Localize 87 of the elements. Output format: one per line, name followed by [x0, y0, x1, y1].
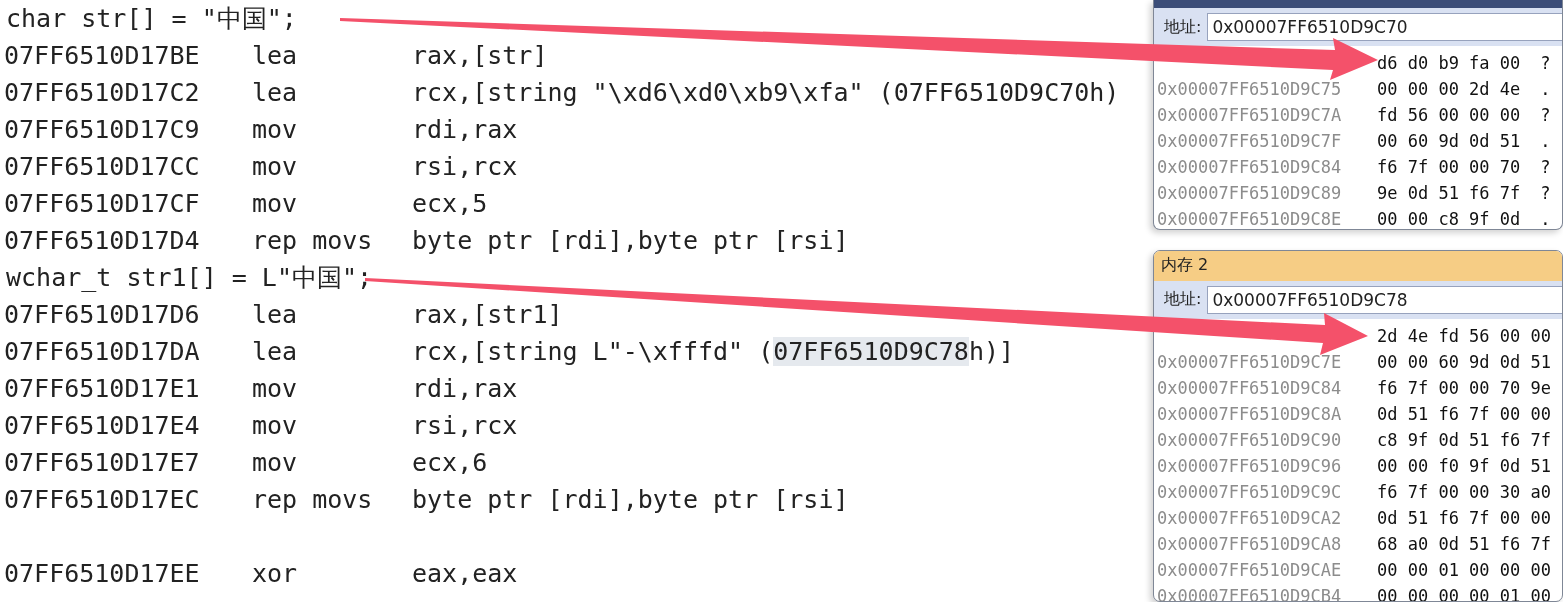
instruction-mnemonic: mov [252, 411, 299, 440]
hex-bytes: fd 56 00 00 00 [1377, 105, 1521, 125]
hex-bytes: 00 00 c8 9f 0d [1377, 209, 1521, 229]
instruction-address: 07FF6510D17E7 [4, 448, 201, 477]
hex-bytes: 0d 51 f6 7f 00 00 [1377, 403, 1551, 424]
row-address: 0x00007FF6510D9C8A [1157, 403, 1343, 424]
instruction-address: 07FF6510D17BE [4, 41, 201, 70]
hex-bytes: 00 00 01 00 00 00 [1377, 559, 1551, 580]
instruction-operand: rdi,rax [412, 374, 518, 403]
row-address: 0x00007FF6510D9C75 [1157, 79, 1343, 99]
instruction-mnemonic: rep movs [252, 226, 374, 255]
ascii-text: . [1540, 131, 1551, 151]
row-address: 0x00007FF6510D9C89 [1157, 183, 1343, 203]
instruction-address: 07FF6510D17E1 [4, 374, 201, 403]
hex-bytes: 0d 51 f6 7f 00 00 [1377, 507, 1551, 528]
row-address: 0x00007FF6510D9C90 [1157, 429, 1343, 450]
instruction-address: 07FF6510D17D6 [4, 300, 201, 329]
instruction-mnemonic: lea [252, 78, 299, 107]
row-address: 0x00007FF6510D9CB4 [1157, 585, 1343, 601]
source-line: wchar_t str1[] = L"中国"; [5, 262, 373, 294]
row-address: 0x00007FF6510D9C84 [1157, 157, 1343, 177]
hex-bytes: 00 60 9d 0d 51 [1377, 131, 1521, 151]
source-line: char str[] = "中国"; [5, 3, 297, 35]
instruction-address: 07FF6510D17CF [4, 189, 201, 218]
hex-bytes: 00 00 60 9d 0d 51 [1377, 351, 1551, 372]
hex-bytes: 68 a0 0d 51 f6 7f [1377, 533, 1551, 554]
ascii-text: ? [1540, 105, 1551, 125]
instruction-address: 07FF6510D17DA [4, 337, 201, 366]
instruction-operand: rsi,rcx [412, 411, 518, 440]
instruction-operand: ecx,6 [412, 448, 488, 477]
row-address: 0x00007FF6510D9CA2 [1157, 507, 1343, 528]
address-field[interactable]: 0x00007FF6510D9C70 [1207, 13, 1562, 41]
instruction-mnemonic: lea [252, 337, 299, 366]
instruction-mnemonic: lea [252, 41, 299, 70]
instruction-operand: rcx,[string L"-\xfffd" (07FF6510D9C78h)] [412, 337, 1015, 366]
window-title: 内存 2 [1161, 255, 1209, 277]
hex-bytes: 9e 0d 51 f6 7f [1377, 183, 1521, 203]
instruction-mnemonic: mov [252, 115, 299, 144]
instruction-operand: rax,[str] [412, 41, 548, 70]
instruction-operand: rsi,rcx [412, 152, 518, 181]
instruction-mnemonic: xor [252, 559, 299, 588]
hex-bytes: f6 7f 00 00 70 9e [1377, 377, 1551, 398]
instruction-operand: rcx,[string "\xd6\xd0\xb9\xfa" (07FF6510D9C70h) [412, 78, 1120, 107]
instruction-address: 07FF6510D17C9 [4, 115, 201, 144]
instruction-operand: rax,[str1] [412, 300, 563, 329]
instruction-address: 07FF6510D17EC [4, 485, 201, 514]
instruction-address: 07FF6510D17D4 [4, 226, 201, 255]
hex-bytes: d6 d0 b9 fa 00 [1377, 53, 1521, 73]
instruction-mnemonic: mov [252, 152, 299, 181]
row-address: 0x00007FF6510D9C7F [1157, 131, 1343, 151]
ascii-text: . [1540, 209, 1551, 229]
instruction-address: 07FF6510D17EE [4, 559, 201, 588]
row-address: 0x00007FF6510D9C8E [1157, 209, 1343, 229]
ascii-text: . [1540, 79, 1551, 99]
hex-bytes: 00 00 f0 9f 0d 51 [1377, 455, 1551, 476]
address-field[interactable]: 0x00007FF6510D9C78 [1207, 285, 1562, 314]
instruction-operand: eax,eax [412, 559, 518, 588]
row-address: 0x00007FF6510D9C9C [1157, 481, 1343, 502]
instruction-operand: byte ptr [rdi],byte ptr [rsi] [412, 485, 849, 514]
row-address: 0x00007FF6510D9C7A [1157, 105, 1343, 125]
ascii-text: ? [1540, 53, 1551, 73]
instruction-address: 07FF6510D17E4 [4, 411, 201, 440]
ascii-text: ? [1540, 157, 1551, 177]
address-label: 地址: [1164, 16, 1202, 38]
instruction-address: 07FF6510D17C2 [4, 78, 201, 107]
instruction-operand: rdi,rax [412, 115, 518, 144]
row-address: 0x00007FF6510D9CAE [1157, 559, 1343, 580]
ascii-text: ? [1540, 183, 1551, 203]
hex-bytes: 2d 4e fd 56 00 00 [1377, 325, 1551, 346]
row-address: 0x00007FF6510D9C84 [1157, 377, 1343, 398]
row-address: 0x00007FF6510D9C7E [1157, 351, 1343, 372]
hex-bytes: f6 7f 00 00 70 [1377, 157, 1521, 177]
hex-bytes: f6 7f 00 00 30 a0 [1377, 481, 1551, 502]
row-address: 0x00007FF6510D9CA8 [1157, 533, 1343, 554]
instruction-operand: ecx,5 [412, 189, 488, 218]
instruction-mnemonic: mov [252, 374, 299, 403]
instruction-mnemonic: rep movs [252, 485, 374, 514]
instruction-mnemonic: mov [252, 448, 299, 477]
hex-bytes: 00 00 00 2d 4e [1377, 79, 1521, 99]
instruction-mnemonic: mov [252, 189, 299, 218]
address-label: 地址: [1164, 289, 1202, 311]
hex-bytes: 00 00 00 00 01 00 [1377, 585, 1551, 601]
instruction-address: 07FF6510D17CC [4, 152, 201, 181]
row-address: 0x00007FF6510D9C96 [1157, 455, 1343, 476]
instruction-mnemonic: lea [252, 300, 299, 329]
instruction-operand: byte ptr [rdi],byte ptr [rsi] [412, 226, 849, 255]
hex-bytes: c8 9f 0d 51 f6 7f [1377, 429, 1551, 450]
